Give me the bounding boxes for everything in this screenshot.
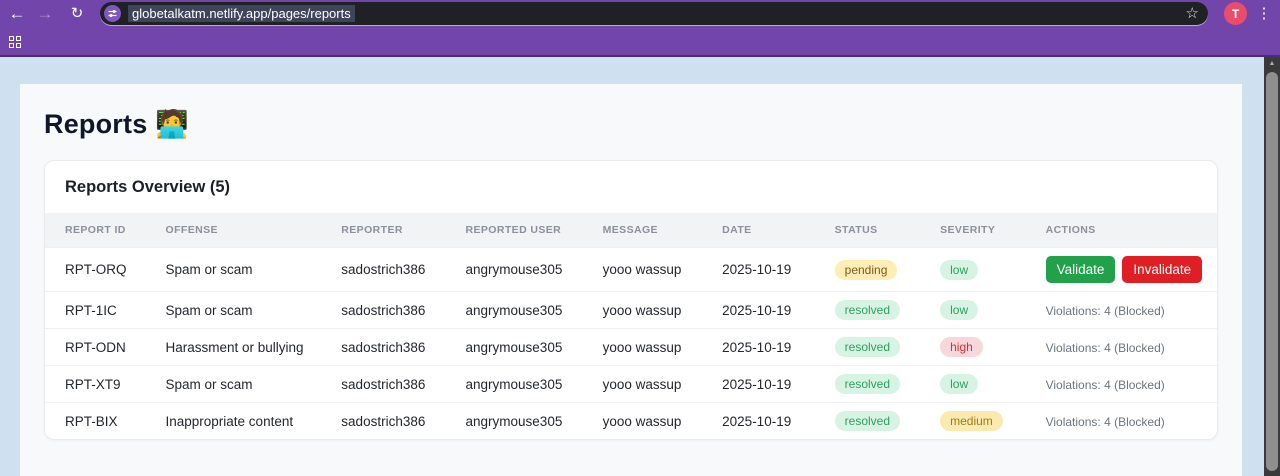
report-id-cell: RPT-ODN [45, 328, 158, 366]
status-badge: resolved [834, 337, 901, 357]
violations-text: Violations: 4 (Blocked) [1045, 303, 1165, 318]
status-badge: resolved [834, 374, 901, 394]
reporter-cell: sadostrich386 [333, 291, 458, 329]
table-row: RPT-ORQ Spam or scam sadostrich386 angry… [45, 247, 1217, 292]
message-cell: yooo wassup [594, 402, 715, 439]
report-id-cell: RPT-ORQ [45, 247, 158, 292]
status-cell: resolved [826, 402, 933, 439]
reporter-cell: sadostrich386 [333, 402, 458, 439]
reports-overview-card: Reports Overview (5) Report ID Offense Rep… [44, 160, 1218, 440]
status-cell: resolved [826, 328, 933, 366]
back-icon[interactable]: ← [4, 0, 30, 28]
scrollbar[interactable]: ▲ [1264, 57, 1280, 476]
date-cell: 2025-10-19 [714, 328, 827, 366]
browser-chrome: ← → ↻ globetalkatm.netlify.app/pages/rep… [0, 0, 1280, 57]
reported-user-cell: angrymouse305 [457, 365, 595, 403]
card-title: Reports Overview (5) [65, 178, 231, 196]
column-header-offense: Offense [157, 213, 334, 248]
offense-cell: Harassment or bullying [157, 328, 334, 366]
site-settings-icon[interactable] [104, 5, 121, 22]
forward-icon[interactable]: → [32, 0, 58, 28]
severity-cell: high [932, 328, 1038, 366]
actions-cell: Violations: 4 (Blocked) [1037, 328, 1217, 366]
bookmark-star-icon[interactable]: ☆ [1186, 2, 1199, 25]
column-header-reported-user: Reported User [457, 213, 595, 248]
status-cell: resolved [826, 291, 933, 329]
table-row: RPT-XT9 Spam or scam sadostrich386 angry… [45, 365, 1217, 403]
page-title: Reports 🧑‍💻 [44, 109, 189, 139]
message-cell: yooo wassup [594, 365, 715, 403]
date-cell: 2025-10-19 [714, 365, 827, 403]
violations-text: Violations: 4 (Blocked) [1045, 340, 1165, 355]
actions-cell: Validate Invalidate [1037, 247, 1217, 292]
column-header-message: Message [594, 213, 715, 248]
column-header-report-id: Report ID [45, 213, 158, 248]
browser-toolbar: ← → ↻ globetalkatm.netlify.app/pages/rep… [0, 0, 1280, 28]
offense-cell: Spam or scam [157, 247, 334, 292]
reported-user-cell: angrymouse305 [457, 291, 595, 329]
reports-table: Report ID Offense Reporter Reported User Mes… [45, 213, 1217, 439]
actions-cell: Violations: 4 (Blocked) [1037, 402, 1217, 439]
report-id-cell: RPT-XT9 [45, 365, 158, 403]
table-row: RPT-ODN Harassment or bullying sadostric… [45, 328, 1217, 366]
table-row: RPT-BIX Inappropriate content sadostrich… [45, 402, 1217, 439]
severity-badge: low [940, 259, 979, 280]
technologist-emoji: 🧑‍💻 [155, 109, 189, 139]
severity-cell: low [932, 365, 1038, 403]
severity-cell: low [932, 291, 1038, 329]
report-id-cell: RPT-1IC [45, 291, 158, 329]
status-cell: pending [826, 247, 933, 292]
invalidate-button[interactable]: Invalidate [1122, 256, 1203, 283]
browser-menu-icon[interactable]: ⋮ [1254, 0, 1274, 28]
date-cell: 2025-10-19 [714, 291, 827, 329]
actions-cell: Violations: 4 (Blocked) [1037, 365, 1217, 403]
column-header-reporter: Reporter [333, 213, 458, 248]
report-id-cell: RPT-BIX [45, 402, 158, 439]
offense-cell: Spam or scam [157, 291, 334, 329]
status-cell: resolved [826, 365, 933, 403]
reporter-cell: sadostrich386 [333, 365, 458, 403]
reported-user-cell: angrymouse305 [457, 402, 595, 439]
severity-cell: medium [932, 402, 1038, 439]
reported-user-cell: angrymouse305 [457, 328, 595, 366]
page-content: Reports 🧑‍💻 Reports Overview (5) Report … [20, 84, 1242, 476]
severity-badge: low [940, 374, 979, 394]
validate-button[interactable]: Validate [1045, 256, 1116, 283]
date-cell: 2025-10-19 [714, 402, 827, 439]
column-header-actions: Actions [1037, 213, 1217, 248]
bookmarks-bar [0, 28, 21, 55]
scrollbar-up-icon[interactable]: ▲ [1264, 57, 1280, 71]
reload-icon[interactable]: ↻ [64, 0, 90, 28]
actions-cell: Violations: 4 (Blocked) [1037, 291, 1217, 329]
column-header-status: Status [826, 213, 933, 248]
severity-badge: medium [940, 411, 1003, 431]
reported-user-cell: angrymouse305 [457, 247, 595, 292]
message-cell: yooo wassup [594, 247, 715, 292]
table-row: RPT-1IC Spam or scam sadostrich386 angry… [45, 291, 1217, 329]
reporter-cell: sadostrich386 [333, 328, 458, 366]
status-badge: resolved [834, 411, 901, 431]
severity-badge: low [940, 300, 979, 320]
apps-grid-icon[interactable] [9, 35, 21, 48]
url-bar[interactable]: globetalkatm.netlify.app/pages/reports ☆ [100, 2, 1208, 25]
severity-badge: high [940, 337, 983, 357]
reporter-cell: sadostrich386 [333, 247, 458, 292]
profile-avatar[interactable]: T [1224, 2, 1247, 25]
table-header-row: Report ID Offense Reporter Reported User Mes… [45, 213, 1217, 248]
message-cell: yooo wassup [594, 291, 715, 329]
column-header-severity: Severity [932, 213, 1038, 248]
column-header-date: Date [714, 213, 827, 248]
scrollbar-thumb[interactable] [1266, 72, 1278, 471]
violations-text: Violations: 4 (Blocked) [1045, 414, 1165, 429]
url-text[interactable]: globetalkatm.netlify.app/pages/reports [128, 5, 355, 22]
message-cell: yooo wassup [594, 328, 715, 366]
offense-cell: Spam or scam [157, 365, 334, 403]
offense-cell: Inappropriate content [157, 402, 334, 439]
status-badge: pending [834, 259, 898, 280]
severity-cell: low [932, 247, 1038, 292]
status-badge: resolved [834, 300, 901, 320]
violations-text: Violations: 4 (Blocked) [1045, 377, 1165, 392]
date-cell: 2025-10-19 [714, 247, 827, 292]
